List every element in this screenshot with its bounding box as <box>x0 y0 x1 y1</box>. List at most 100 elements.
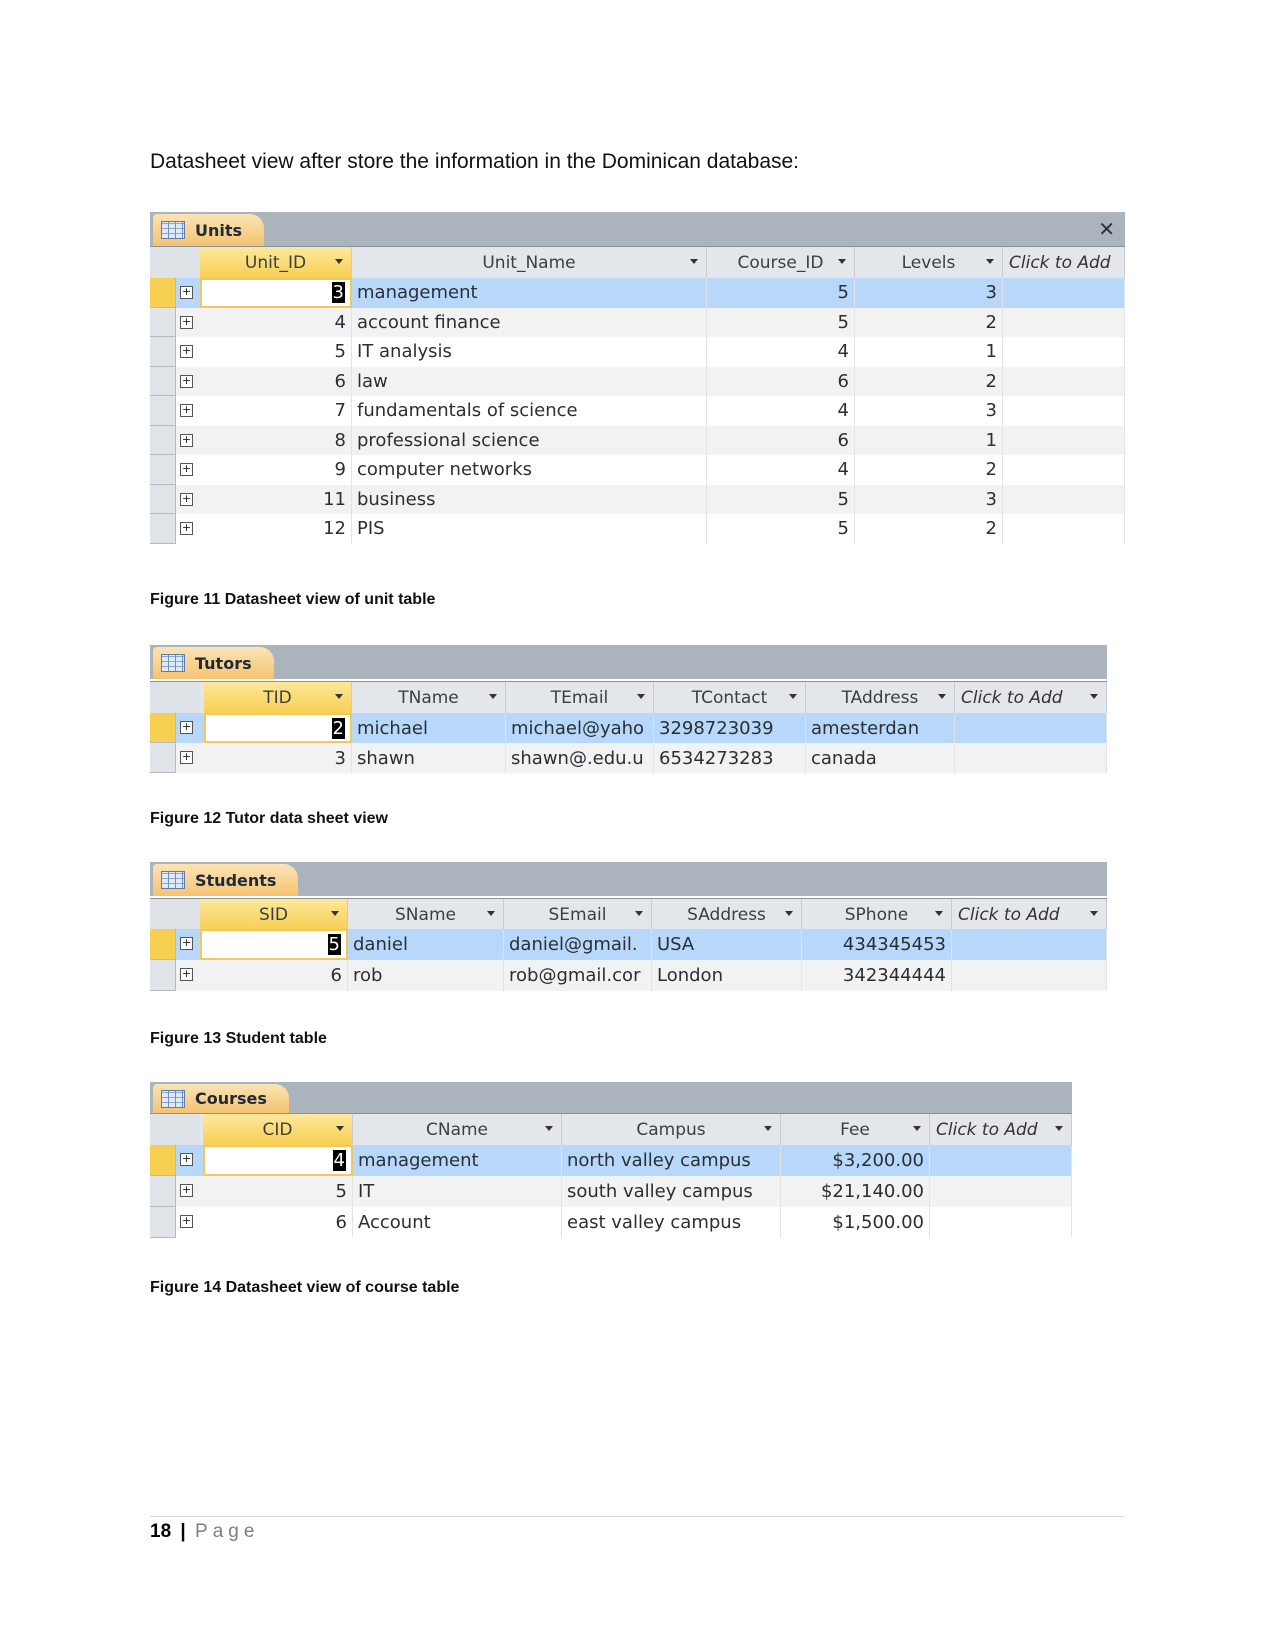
column-header-campus[interactable]: Campus <box>562 1114 781 1145</box>
column-header-tcontact[interactable]: TContact <box>654 682 806 713</box>
cell-cname[interactable]: Account <box>353 1207 562 1238</box>
cell-course-id[interactable]: 4 <box>707 337 855 367</box>
cell-semail[interactable]: daniel@gmail. <box>504 929 652 960</box>
cell-tname[interactable]: michael <box>352 713 506 743</box>
record-selector[interactable] <box>150 278 176 308</box>
expand-plus-icon[interactable]: + <box>180 492 193 506</box>
column-header-sname[interactable]: SName <box>348 899 504 930</box>
cell-unit-name[interactable]: computer networks <box>352 455 707 485</box>
table-row[interactable]: +5 IT analysis 4 1 <box>150 337 1125 367</box>
table-row[interactable]: +12 PIS 5 2 <box>150 514 1125 544</box>
expand-plus-icon[interactable]: + <box>180 404 193 417</box>
cell-add[interactable] <box>1003 455 1125 485</box>
column-header-saddress[interactable]: SAddress <box>652 899 802 930</box>
cell-unit-id[interactable]: 8 <box>200 425 352 455</box>
expand-plus-icon[interactable]: + <box>180 433 193 447</box>
cell-add[interactable] <box>930 1145 1072 1176</box>
record-selector[interactable] <box>150 307 176 337</box>
cell-add[interactable] <box>952 929 1107 960</box>
expand-plus-icon[interactable]: + <box>180 937 193 950</box>
cell-unit-id[interactable]: 12 <box>200 514 352 544</box>
cell-add[interactable] <box>930 1176 1072 1207</box>
cell-course-id[interactable]: 5 <box>707 484 855 514</box>
cell-tcontact[interactable]: 3298723039 <box>654 713 806 743</box>
cell-tid[interactable]: 3 <box>204 743 352 773</box>
cell-course-id[interactable]: 5 <box>707 278 855 308</box>
cell-saddress[interactable]: London <box>652 960 802 991</box>
cell-levels[interactable]: 1 <box>855 425 1003 455</box>
cell-unit-id[interactable]: 9 <box>200 455 352 485</box>
click-to-add-column[interactable]: Click to Add <box>955 682 1107 713</box>
cell-sname[interactable]: rob <box>348 960 504 991</box>
table-row[interactable]: +5 daniel daniel@gmail. USA 434345453 <box>150 929 1107 960</box>
cell-levels[interactable]: 3 <box>855 396 1003 426</box>
cell-add[interactable] <box>955 713 1107 743</box>
units-tab[interactable]: Units <box>153 214 265 246</box>
students-tab[interactable]: Students <box>153 864 299 896</box>
expand-plus-icon[interactable]: + <box>180 463 193 476</box>
cell-taddress[interactable]: canada <box>806 743 955 773</box>
record-selector[interactable] <box>150 1145 176 1176</box>
select-all-corner[interactable] <box>150 682 200 713</box>
record-selector[interactable] <box>150 1176 176 1207</box>
column-header-unit-id[interactable]: Unit_ID <box>200 247 352 278</box>
cell-sid[interactable]: 5 <box>200 929 348 960</box>
cell-unit-name[interactable]: business <box>352 484 707 514</box>
cell-unit-name[interactable]: PIS <box>352 514 707 544</box>
cell-unit-id[interactable]: 7 <box>200 396 352 426</box>
cell-course-id[interactable]: 5 <box>707 307 855 337</box>
cell-unit-name[interactable]: professional science <box>352 425 707 455</box>
table-row[interactable]: +3 shawn shawn@.edu.u 6534273283 canada <box>150 743 1107 773</box>
cell-fee[interactable]: $3,200.00 <box>781 1145 930 1176</box>
cell-unit-id[interactable]: 6 <box>200 366 352 396</box>
cell-levels[interactable]: 2 <box>855 307 1003 337</box>
cell-add[interactable] <box>1003 484 1125 514</box>
table-row[interactable]: +7 fundamentals of science 4 3 <box>150 396 1125 426</box>
expand-plus-icon[interactable]: + <box>180 315 193 329</box>
record-selector[interactable] <box>150 337 176 367</box>
cell-unit-id[interactable]: 3 <box>200 278 352 308</box>
tutors-tab[interactable]: Tutors <box>153 647 274 679</box>
column-header-unit-name[interactable]: Unit_Name <box>352 247 707 278</box>
cell-course-id[interactable]: 4 <box>707 455 855 485</box>
record-selector[interactable] <box>150 1207 176 1238</box>
cell-sname[interactable]: daniel <box>348 929 504 960</box>
cell-semail[interactable]: rob@gmail.cor <box>504 960 652 991</box>
cell-taddress[interactable]: amesterdan <box>806 713 955 743</box>
cell-levels[interactable]: 2 <box>855 455 1003 485</box>
select-all-corner[interactable] <box>150 1114 200 1145</box>
cell-campus[interactable]: north valley campus <box>562 1145 781 1176</box>
cell-levels[interactable]: 1 <box>855 337 1003 367</box>
expand-plus-icon[interactable]: + <box>180 1153 193 1166</box>
record-selector[interactable] <box>150 743 176 773</box>
close-icon[interactable]: ✕ <box>1098 217 1115 241</box>
column-header-cname[interactable]: CName <box>353 1114 562 1145</box>
column-header-course-id[interactable]: Course_ID <box>707 247 855 278</box>
cell-tid[interactable]: 2 <box>204 713 352 743</box>
table-row[interactable]: +3 management 5 3 <box>150 278 1125 308</box>
cell-saddress[interactable]: USA <box>652 929 802 960</box>
cell-fee[interactable]: $1,500.00 <box>781 1207 930 1238</box>
cell-unit-id[interactable]: 5 <box>200 337 352 367</box>
column-header-levels[interactable]: Levels <box>855 247 1003 278</box>
expand-plus-icon[interactable]: + <box>180 1184 193 1197</box>
record-selector[interactable] <box>150 960 176 991</box>
cell-cid[interactable]: 5 <box>203 1176 353 1207</box>
record-selector[interactable] <box>150 514 176 544</box>
table-row[interactable]: +2 michael michael@yaho 3298723039 amesterda… <box>150 713 1107 743</box>
expand-plus-icon[interactable]: + <box>180 721 193 734</box>
table-row[interactable]: +9 computer networks 4 2 <box>150 455 1125 485</box>
expand-plus-icon[interactable]: + <box>180 345 193 358</box>
cell-course-id[interactable]: 5 <box>707 514 855 544</box>
cell-levels[interactable]: 2 <box>855 514 1003 544</box>
cell-fee[interactable]: $21,140.00 <box>781 1176 930 1207</box>
expand-plus-icon[interactable]: + <box>180 374 193 388</box>
column-header-cid[interactable]: CID <box>203 1114 353 1145</box>
record-selector[interactable] <box>150 396 176 426</box>
table-row[interactable]: +4 management north valley campus $3,200.00 <box>150 1145 1072 1176</box>
cell-course-id[interactable]: 6 <box>707 366 855 396</box>
cell-cid[interactable]: 6 <box>203 1207 353 1238</box>
cell-unit-name[interactable]: account finance <box>352 307 707 337</box>
cell-sphone[interactable]: 342344444 <box>802 960 952 991</box>
record-selector[interactable] <box>150 484 176 514</box>
